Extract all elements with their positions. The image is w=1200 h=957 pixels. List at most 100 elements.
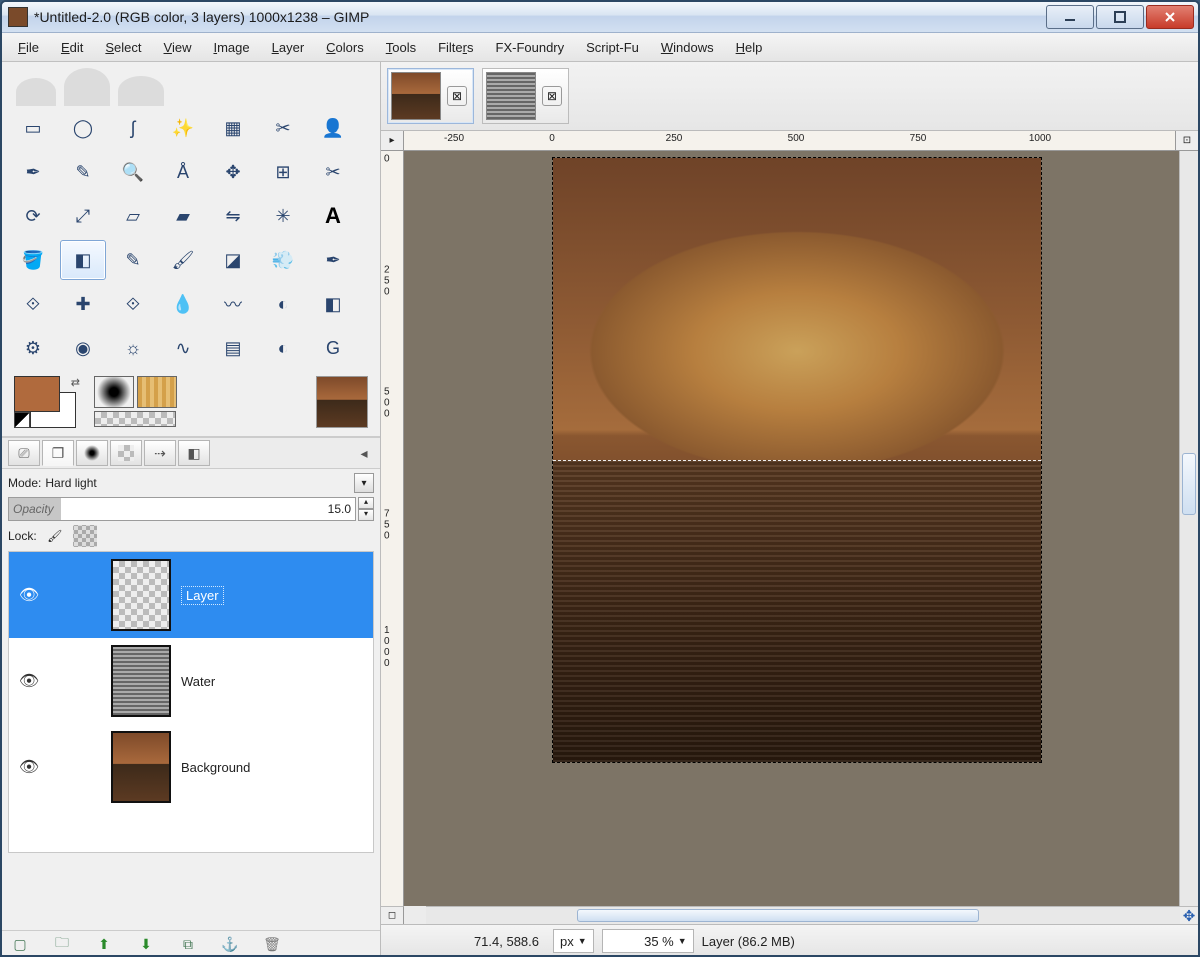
anchor-layer-button[interactable]: ⚓ <box>220 935 240 953</box>
mode-dropdown[interactable]: ▾ <box>354 473 374 493</box>
tool-dodge[interactable]: ◐ <box>260 284 306 324</box>
color-swatches[interactable]: ⇄ <box>14 376 76 428</box>
layer-row[interactable]: 👁 Layer <box>9 552 373 638</box>
menu-help[interactable]: Help <box>728 37 771 58</box>
tool-foreground-select[interactable]: 👤 <box>310 108 356 148</box>
tool-heal[interactable]: ✚ <box>60 284 106 324</box>
menu-tools[interactable]: Tools <box>378 37 424 58</box>
menu-image[interactable]: Image <box>205 37 257 58</box>
tool-paintbrush[interactable]: 🖌 <box>160 240 206 280</box>
tool-bucket-fill[interactable]: 🪣 <box>10 240 56 280</box>
delete-layer-button[interactable]: 🗑 <box>262 935 282 953</box>
menu-layer[interactable]: Layer <box>264 37 313 58</box>
visibility-toggle-icon[interactable]: 👁 <box>17 757 41 777</box>
vertical-scrollbar[interactable] <box>1179 151 1198 906</box>
tool-colorize[interactable]: ◉ <box>60 328 106 368</box>
layer-name[interactable]: Water <box>181 674 215 689</box>
opacity-slider[interactable]: Opacity 15.0 <box>8 497 356 521</box>
tool-brightness[interactable]: ☼ <box>110 328 156 368</box>
tool-ink[interactable]: ✒ <box>310 240 356 280</box>
menu-edit[interactable]: Edit <box>53 37 91 58</box>
image-tab[interactable]: ⊠ <box>482 68 569 124</box>
tool-perspective-clone[interactable]: ⟐ <box>110 284 156 324</box>
tool-shear[interactable]: ▱ <box>110 196 156 236</box>
tool-smudge[interactable]: 〰 <box>210 284 256 324</box>
brush-pattern-preview[interactable] <box>94 376 177 427</box>
close-button[interactable] <box>1146 5 1194 29</box>
new-layer-button[interactable]: ▢ <box>10 935 30 953</box>
tool-ellipse-select[interactable]: ◯ <box>60 108 106 148</box>
menu-script-fu[interactable]: Script-Fu <box>578 37 647 58</box>
layer-row[interactable]: 👁Water <box>9 638 373 724</box>
active-pattern-preview[interactable] <box>137 376 177 408</box>
dock-tab-brush[interactable] <box>76 440 108 466</box>
minimize-button[interactable] <box>1046 5 1094 29</box>
tool-posterize[interactable]: ▤ <box>210 328 256 368</box>
menu-select[interactable]: Select <box>97 37 149 58</box>
visibility-toggle-icon[interactable]: 👁 <box>17 585 41 605</box>
tool-desaturate[interactable]: ◐ <box>260 328 306 368</box>
tool-paths[interactable]: ✒ <box>10 152 56 192</box>
scrollbar-thumb[interactable] <box>577 909 979 922</box>
lock-alpha-icon[interactable] <box>73 525 97 547</box>
layer-thumbnail[interactable] <box>111 559 171 631</box>
title-bar[interactable]: *Untitled-2.0 (RGB color, 3 layers) 1000… <box>2 2 1198 33</box>
tool-clone[interactable]: ⟐ <box>10 284 56 324</box>
ruler-origin-toggle[interactable]: ▸ <box>381 131 404 151</box>
layer-thumbnail[interactable] <box>111 731 171 803</box>
quickmask-corner-icon[interactable]: ⊡ <box>1175 131 1198 151</box>
tool-gegl[interactable]: G <box>310 328 356 368</box>
tool-crop[interactable]: ✂ <box>310 152 356 192</box>
dock-tab-tool-options[interactable]: ⎚ <box>8 440 40 466</box>
tool-blur[interactable]: 💧 <box>160 284 206 324</box>
duplicate-layer-button[interactable]: ⧉ <box>178 935 198 953</box>
dock-tab-pattern[interactable] <box>110 440 142 466</box>
menu-view[interactable]: View <box>156 37 200 58</box>
scrollbar-thumb[interactable] <box>1182 453 1196 515</box>
tab-close-button[interactable]: ⊠ <box>542 86 562 106</box>
tool-pencil[interactable]: ✎ <box>110 240 156 280</box>
tool-curves[interactable]: ∿ <box>160 328 206 368</box>
horizontal-ruler[interactable]: -25002505007501000 <box>404 131 1175 151</box>
tool-measure[interactable]: Å <box>160 152 206 192</box>
tool-blend[interactable]: ◧ <box>60 240 106 280</box>
image-tab[interactable]: ⊠ <box>387 68 474 124</box>
tool-color-picker[interactable]: ✎ <box>60 152 106 192</box>
layer-name[interactable]: Background <box>181 760 250 775</box>
maximize-button[interactable] <box>1096 5 1144 29</box>
menu-filters[interactable]: Filters <box>430 37 481 58</box>
tool-zoom[interactable]: 🔍 <box>110 152 156 192</box>
tool-rotate[interactable]: ⟳ <box>10 196 56 236</box>
swap-colors-icon[interactable]: ⇄ <box>71 376 80 389</box>
tool-rect-select[interactable]: ▭ <box>10 108 56 148</box>
tool-color-balance[interactable]: ◧ <box>310 284 356 324</box>
tool-text[interactable]: A <box>310 196 356 236</box>
vertical-ruler[interactable]: 02505007501000 <box>381 151 404 906</box>
tool-eraser[interactable]: ◪ <box>210 240 256 280</box>
horizontal-scrollbar[interactable] <box>426 906 1180 924</box>
tool-by-color-select[interactable]: ▦ <box>210 108 256 148</box>
layer-list[interactable]: 👁 Layer 👁Water 👁 Background <box>8 551 374 853</box>
tool-move[interactable]: ✥ <box>210 152 256 192</box>
lower-layer-button[interactable]: ⬇ <box>136 935 156 953</box>
active-gradient-preview[interactable] <box>94 411 176 427</box>
tool-perspective[interactable]: ▰ <box>160 196 206 236</box>
tab-close-button[interactable]: ⊠ <box>447 86 467 106</box>
navigation-icon[interactable]: ✥ <box>1180 906 1198 925</box>
layer-group-button[interactable]: 🗀 <box>52 935 72 953</box>
menu-windows[interactable]: Windows <box>653 37 722 58</box>
dock-tab-paths[interactable]: ⇢ <box>144 440 176 466</box>
menu-fx-foundry[interactable]: FX-Foundry <box>488 37 573 58</box>
tool-scale[interactable]: ⤢ <box>60 196 106 236</box>
dock-tab-menu-icon[interactable]: ◂ <box>354 441 374 465</box>
tool-hue-saturation[interactable]: ⚙ <box>10 328 56 368</box>
raise-layer-button[interactable]: ⬆ <box>94 935 114 953</box>
opacity-spinner[interactable]: ▴▾ <box>358 497 374 521</box>
tool-align[interactable]: ⊞ <box>260 152 306 192</box>
zoom-dropdown[interactable]: 35 %▼ <box>602 929 694 953</box>
tool-scissors[interactable]: ✂ <box>260 108 306 148</box>
layer-name[interactable]: Layer <box>181 586 224 605</box>
dock-tab-layers[interactable]: ❐ <box>42 440 74 466</box>
layer-thumbnail[interactable] <box>111 645 171 717</box>
tool-cage[interactable]: ✳ <box>260 196 306 236</box>
